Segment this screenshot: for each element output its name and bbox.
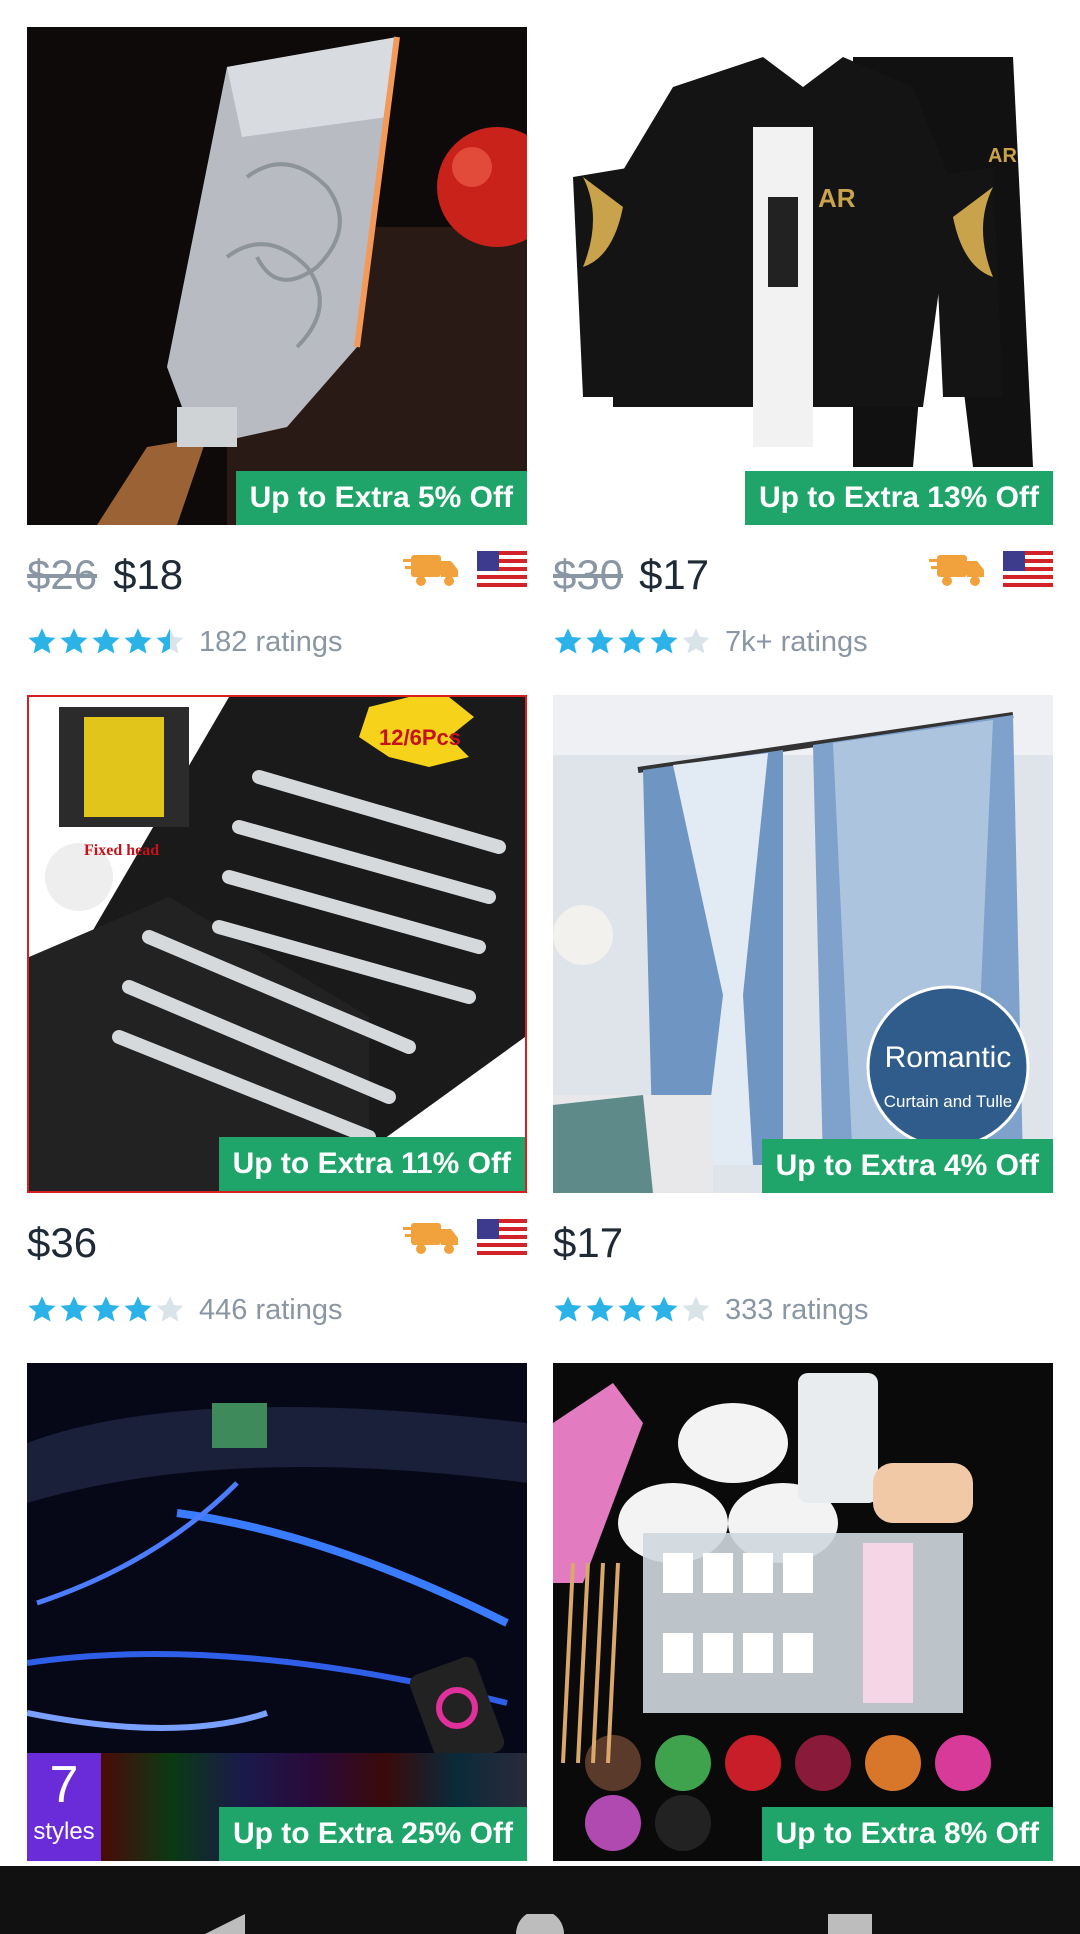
current-price: $36 (27, 1219, 98, 1266)
styles-label: styles (33, 1818, 95, 1845)
empty-star-icon (156, 1296, 184, 1322)
us-flag-icon (477, 551, 527, 587)
star-icon (28, 1296, 56, 1322)
star-icon (586, 1296, 614, 1322)
star-icon (554, 628, 582, 654)
product-card-curtains[interactable]: Romantic Curtain and Tulle Up to Extra 4… (553, 695, 1053, 1335)
product-image[interactable]: Up to Extra 5% Off (27, 27, 527, 525)
discount-badge: Up to Extra 4% Off (761, 1139, 1053, 1193)
half-star-icon (156, 628, 184, 654)
us-flag-icon (477, 1219, 527, 1255)
star-icon (618, 628, 646, 654)
ratings-count: 7k+ ratings (725, 625, 868, 658)
image-badge-text: 12/6Pcs (379, 725, 461, 750)
discount-badge: Up to Extra 11% Off (218, 1137, 525, 1191)
svg-text:AR: AR (818, 183, 856, 213)
star-icon (650, 628, 678, 654)
product-image[interactable]: 12/6Pcs Fixed head Up to Extra 11% Off (27, 695, 527, 1193)
product-card-knife[interactable]: Up to Extra 5% Off $26 $18 182 ratings (27, 27, 527, 667)
star-icon (586, 628, 614, 654)
discount-badge: Up to Extra 8% Off (761, 1807, 1053, 1861)
discount-badge: Up to Extra 5% Off (235, 471, 527, 525)
product-card-wrench-set[interactable]: 12/6Pcs Fixed head Up to Extra 11% Off $… (27, 695, 527, 1335)
star-icon (554, 1296, 582, 1322)
svg-text:AR: AR (988, 145, 1017, 167)
home-icon[interactable] (516, 1914, 564, 1934)
styles-badge: 7 styles (27, 1753, 101, 1861)
original-price: $26 (27, 551, 98, 598)
current-price: $17 (639, 551, 710, 598)
product-image[interactable]: AR AR Up to Extra 13% Off (553, 27, 1053, 525)
star-rating (27, 1295, 185, 1325)
recents-icon[interactable] (828, 1914, 872, 1934)
discount-badge: Up to Extra 25% Off (218, 1807, 527, 1861)
star-icon (124, 1296, 152, 1322)
image-subtitle: Curtain and Tulle (884, 1092, 1013, 1111)
star-rating (27, 627, 185, 657)
product-card-nail-kit[interactable]: Up to Extra 8% Off (553, 1363, 1053, 1861)
product-card-car-lights[interactable]: 7 styles Up to Extra 25% Off (27, 1363, 527, 1861)
empty-star-icon (682, 1296, 710, 1322)
us-flag-icon (1003, 551, 1053, 587)
image-caption: Fixed head (84, 842, 159, 859)
styles-count: 7 (49, 1756, 79, 1814)
ratings-count: 333 ratings (725, 1293, 869, 1326)
current-price: $17 (553, 1219, 624, 1266)
truck-icon (929, 555, 984, 586)
star-icon (92, 628, 120, 654)
ratings-count: 182 ratings (199, 625, 343, 658)
star-rating (553, 627, 711, 657)
back-icon[interactable] (205, 1914, 255, 1934)
star-icon (124, 628, 152, 654)
star-icon (60, 628, 88, 654)
current-price: $18 (113, 551, 184, 598)
star-icon (92, 1296, 120, 1322)
product-image[interactable]: Romantic Curtain and Tulle Up to Extra 4… (553, 695, 1053, 1193)
product-image[interactable]: 7 styles Up to Extra 25% Off (27, 1363, 527, 1861)
star-rating (553, 1295, 711, 1325)
empty-star-icon (682, 628, 710, 654)
star-icon (28, 628, 56, 654)
ratings-count: 446 ratings (199, 1293, 343, 1326)
discount-badge: Up to Extra 13% Off (744, 471, 1053, 525)
image-title: Romantic (885, 1041, 1012, 1074)
system-navigation-bar (0, 1866, 1080, 1934)
truck-icon (403, 555, 458, 586)
product-image[interactable]: Up to Extra 8% Off (553, 1363, 1053, 1861)
star-icon (650, 1296, 678, 1322)
star-icon (618, 1296, 646, 1322)
product-card-tracksuit[interactable]: AR AR Up to Extra 13% Off $30 $17 7k+ ra… (553, 27, 1053, 667)
star-icon (60, 1296, 88, 1322)
truck-icon (403, 1223, 458, 1254)
original-price: $30 (553, 551, 624, 598)
